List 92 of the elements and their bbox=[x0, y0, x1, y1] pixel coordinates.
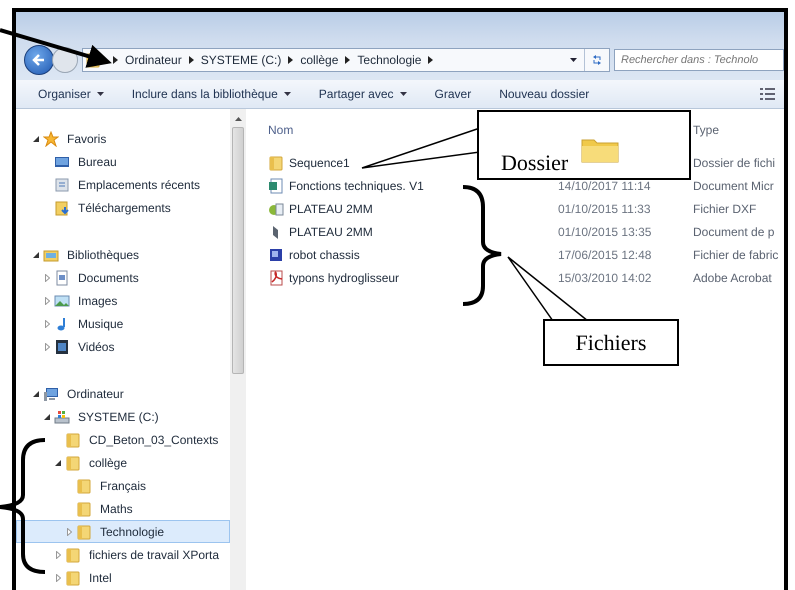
scroll-up-arrow-icon[interactable] bbox=[234, 117, 242, 121]
collapsed-arrow-icon[interactable] bbox=[44, 320, 50, 328]
tree-item[interactable]: Téléchargements bbox=[16, 196, 230, 219]
callout-label: Dossier bbox=[501, 150, 568, 176]
column-header[interactable]: Type bbox=[693, 123, 784, 137]
toolbar-button[interactable]: Organiser bbox=[38, 87, 104, 101]
expanded-arrow-icon[interactable] bbox=[33, 136, 39, 142]
tree-item[interactable]: Bureau bbox=[16, 150, 230, 173]
folder-icon bbox=[65, 546, 81, 562]
tree-item[interactable]: CD_Beton_03_Contexts bbox=[16, 428, 230, 451]
tree-item[interactable]: Vidéos bbox=[16, 335, 230, 358]
expanded-arrow-icon[interactable] bbox=[33, 390, 39, 396]
pdf-icon bbox=[268, 270, 284, 286]
toolbar-button[interactable]: Graver bbox=[434, 87, 472, 101]
tree-item[interactable]: Technologie bbox=[16, 520, 230, 543]
dropdown-caret-icon[interactable] bbox=[570, 58, 577, 62]
breadcrumb-item[interactable]: Technologie bbox=[357, 53, 422, 67]
expanded-arrow-icon[interactable] bbox=[44, 414, 50, 420]
tree-item[interactable]: Maths bbox=[16, 497, 230, 520]
search-field[interactable]: Rechercher dans : Technolo bbox=[614, 49, 784, 71]
chevron-icon[interactable] bbox=[345, 56, 350, 64]
tree-item[interactable]: Favoris bbox=[16, 127, 230, 150]
chevron-icon[interactable] bbox=[428, 56, 434, 64]
file-date: 17/06/2015 12:48 bbox=[558, 248, 652, 262]
file-type: Document Micr bbox=[693, 178, 774, 192]
folder-icon bbox=[65, 454, 81, 470]
collapsed-arrow-icon[interactable] bbox=[66, 528, 72, 536]
collapsed-arrow-icon[interactable] bbox=[44, 296, 50, 304]
computer-icon bbox=[43, 386, 59, 402]
toolbar-button[interactable]: Inclure dans la bibliothèque bbox=[132, 87, 291, 101]
callout-label: Fichiers bbox=[576, 330, 646, 356]
file-type: Fichier de fabric bbox=[693, 248, 778, 262]
tree-item[interactable]: Musique bbox=[16, 312, 230, 335]
breadcrumb-item[interactable]: collège bbox=[300, 53, 338, 67]
cad-file-icon bbox=[268, 200, 284, 216]
tree-item[interactable]: Bibliothèques bbox=[16, 243, 230, 266]
image-icon bbox=[54, 292, 70, 308]
tree-item[interactable]: fichiers de travail XPorta bbox=[16, 543, 230, 566]
expanded-arrow-icon[interactable] bbox=[55, 460, 61, 466]
collapsed-arrow-icon[interactable] bbox=[56, 574, 60, 582]
file-name[interactable]: typons hydroglisseur bbox=[289, 270, 400, 284]
tree-item[interactable]: Français bbox=[16, 474, 230, 497]
tree-item[interactable]: Emplacements récents bbox=[16, 173, 230, 196]
scrollbar[interactable] bbox=[230, 109, 246, 590]
folder-icon bbox=[76, 500, 92, 516]
tree-item[interactable]: collège bbox=[16, 451, 230, 474]
tree-item[interactable]: Documents bbox=[16, 266, 230, 289]
program-file-icon bbox=[268, 246, 284, 262]
folder-icon bbox=[65, 570, 81, 586]
file-name[interactable]: PLATEAU 2MM bbox=[289, 224, 373, 238]
folder-icon bbox=[65, 432, 81, 448]
tree-item[interactable]: Intel bbox=[16, 566, 230, 589]
toolbar-button[interactable]: Partager avec bbox=[318, 87, 407, 101]
recent-places-icon bbox=[54, 176, 70, 192]
file-name[interactable]: Fonctions techniques. V1 bbox=[289, 178, 424, 192]
chevron-icon[interactable] bbox=[113, 56, 118, 64]
file-name[interactable]: PLATEAU 2MM bbox=[289, 202, 373, 216]
document-icon bbox=[54, 270, 70, 286]
file-type: Dossier de fichi bbox=[693, 156, 776, 170]
breadcrumb-item[interactable]: SYSTEME (C:) bbox=[200, 53, 282, 67]
film-icon bbox=[54, 338, 70, 354]
back-arrow-icon bbox=[32, 53, 46, 67]
star-icon bbox=[43, 130, 59, 146]
view-options-icon[interactable] bbox=[760, 88, 776, 100]
word-document-icon bbox=[268, 178, 284, 194]
folder-icon bbox=[76, 478, 92, 494]
file-name[interactable]: robot chassis bbox=[289, 248, 360, 262]
chevron-icon[interactable] bbox=[288, 56, 294, 64]
collapsed-arrow-icon[interactable] bbox=[44, 342, 50, 350]
file-date: 01/10/2015 11:33 bbox=[558, 202, 651, 216]
refresh-icon bbox=[591, 55, 603, 65]
expanded-arrow-icon[interactable] bbox=[33, 252, 39, 258]
folder-icon bbox=[76, 524, 92, 540]
file-date: 01/10/2015 13:35 bbox=[558, 224, 652, 238]
file-date: 15/03/2010 14:02 bbox=[558, 270, 652, 284]
file-type: Document de p bbox=[693, 224, 774, 238]
chevron-icon[interactable] bbox=[188, 56, 194, 64]
collapsed-arrow-icon[interactable] bbox=[56, 550, 60, 558]
tree-item[interactable]: Ordinateur bbox=[16, 382, 230, 405]
tree-item[interactable]: SYSTEME (C:) bbox=[16, 405, 230, 428]
file-type: Fichier DXF bbox=[693, 202, 756, 216]
collapsed-arrow-icon[interactable] bbox=[44, 274, 50, 282]
file-name[interactable]: Sequence1 bbox=[289, 156, 350, 170]
toolbar-button[interactable]: Nouveau dossier bbox=[499, 87, 590, 101]
breadcrumb-item[interactable]: Ordinateur bbox=[125, 53, 182, 67]
file-date: 14/10/2017 11:14 bbox=[558, 178, 651, 192]
back-button[interactable] bbox=[24, 45, 54, 75]
download-folder-icon bbox=[54, 200, 70, 216]
file-type: Adobe Acrobat bbox=[693, 270, 772, 284]
folder-icon bbox=[268, 154, 284, 170]
drive-icon bbox=[54, 408, 70, 424]
tree-item[interactable]: Images bbox=[16, 289, 230, 312]
